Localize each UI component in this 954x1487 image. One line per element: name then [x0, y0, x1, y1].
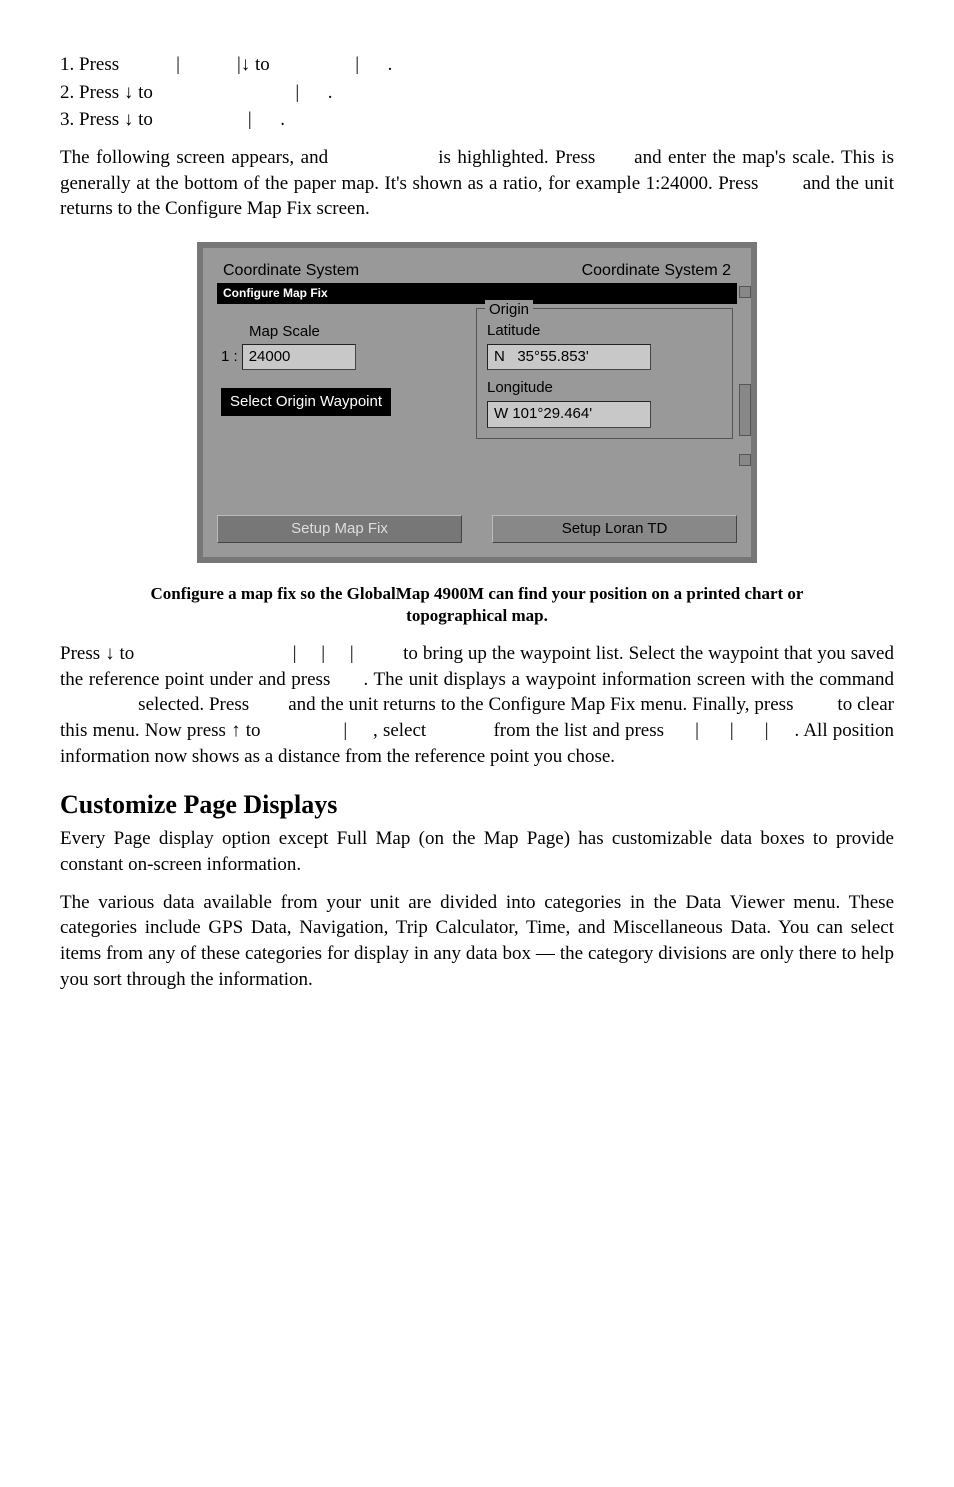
paragraph-customize-1: Every Page display option except Full Ma…: [60, 826, 894, 877]
scroll-down-icon[interactable]: [739, 454, 751, 466]
paragraph-instructions: Press ↓ to | | | to bring up the waypoin…: [60, 641, 894, 769]
step1-a: 1. Press: [60, 54, 124, 75]
step3-b: |: [248, 109, 252, 130]
origin-legend: Origin: [485, 300, 533, 320]
left-panel: Map Scale 1 : 24000 Select Origin Waypoi…: [221, 310, 456, 439]
step-3: 3. Press ↓ to | .: [60, 107, 894, 133]
step2-a: 2. Press ↓ to: [60, 82, 158, 103]
latitude-label: Latitude: [487, 321, 722, 341]
map-scale-input[interactable]: 24000: [242, 344, 356, 370]
step3-a: 3. Press ↓ to: [60, 109, 158, 130]
latitude-input[interactable]: N 35°55.853': [487, 344, 651, 370]
setup-map-fix-button[interactable]: Setup Map Fix: [217, 515, 462, 543]
longitude-input[interactable]: W 101°29.464': [487, 401, 651, 427]
section-heading-customize: Customize Page Displays: [60, 787, 894, 822]
scroll-up-icon[interactable]: [739, 286, 751, 298]
step2-c: .: [328, 82, 333, 103]
select-origin-waypoint-button[interactable]: Select Origin Waypoint: [221, 388, 391, 416]
map-scale-label: Map Scale: [249, 322, 456, 342]
step3-c: .: [280, 109, 285, 130]
configure-map-fix-dialog: Coordinate System Coordinate System 2 Co…: [197, 242, 757, 563]
map-scale-prefix: 1 :: [221, 347, 238, 367]
step-2: 2. Press ↓ to | .: [60, 80, 894, 106]
scrollbar-thumb[interactable]: [739, 384, 751, 436]
dialog-titlebar: Configure Map Fix: [217, 283, 737, 303]
figure-caption: Configure a map fix so the GlobalMap 490…: [100, 583, 854, 627]
step-1: 1. Press | |↓ to | .: [60, 52, 894, 78]
step1-b: |: [176, 54, 180, 75]
step2-b: |: [295, 82, 299, 103]
origin-panel: Origin Latitude N 35°55.853' Longitude W…: [476, 308, 733, 439]
step1-e: .: [388, 54, 393, 75]
longitude-label: Longitude: [487, 378, 722, 398]
step1-d: |: [355, 54, 359, 75]
paragraph-intro: The following screen appears, and is hig…: [60, 145, 894, 222]
coord-system-label-1: Coordinate System: [223, 260, 359, 282]
coord-system-label-2: Coordinate System 2: [582, 260, 731, 282]
paragraph-customize-2: The various data available from your uni…: [60, 890, 894, 993]
step1-c: |↓ to: [237, 54, 275, 75]
setup-loran-td-button[interactable]: Setup Loran TD: [492, 515, 737, 543]
